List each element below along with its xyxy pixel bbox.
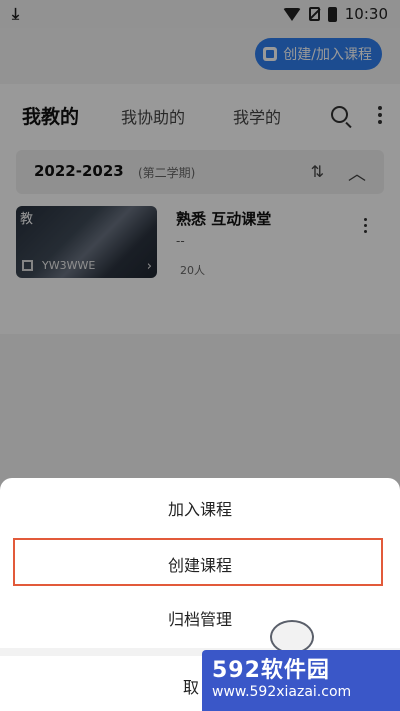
create-course-option[interactable]: 创建课程	[0, 552, 400, 576]
join-course-option[interactable]: 加入课程	[0, 496, 400, 520]
watermark-logo: 592软件园 www.592xiazai.com	[196, 646, 400, 711]
archive-management-option[interactable]: 归档管理	[0, 606, 400, 630]
watermark-title: 592软件园	[212, 658, 330, 683]
watermark-url: www.592xiazai.com	[212, 684, 352, 700]
